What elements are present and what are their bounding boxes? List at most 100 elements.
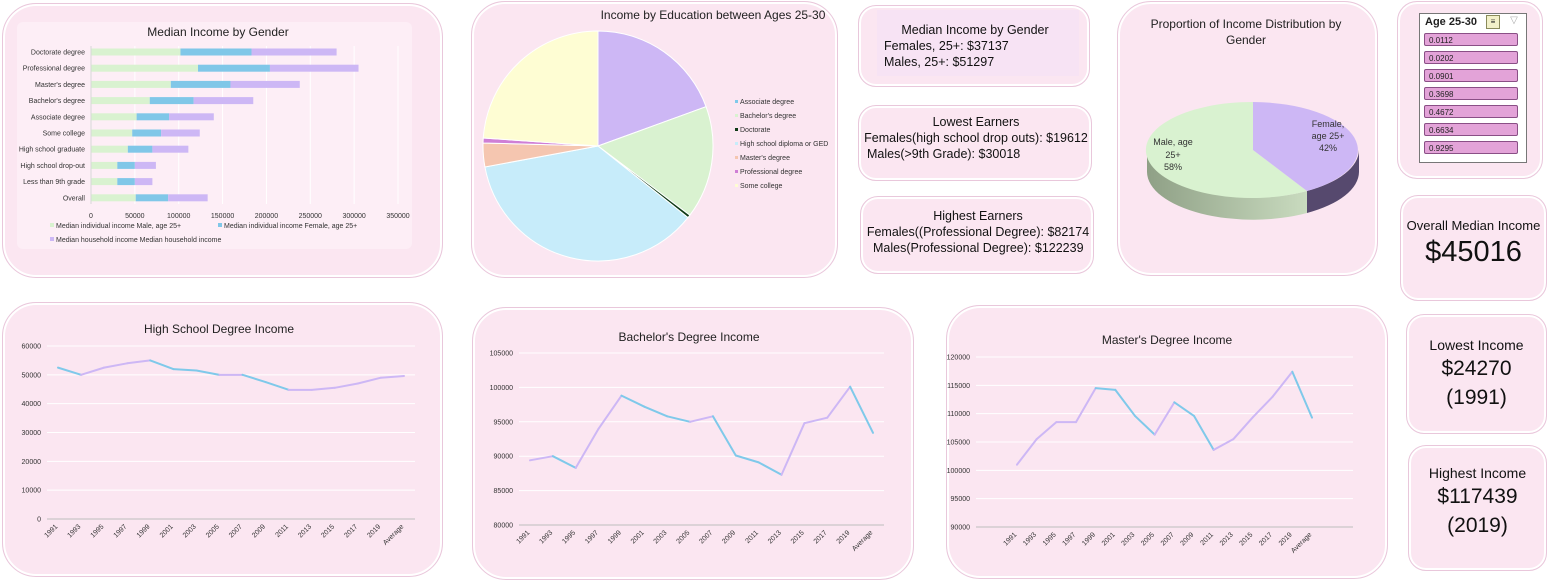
- series-segment: [643, 405, 669, 418]
- bachelors-income-card: Bachelor's Degree Income 105000 100000 950…: [472, 307, 914, 580]
- bar-segment: [149, 97, 194, 105]
- slicer-item[interactable]: 0.3698: [1424, 87, 1518, 100]
- slicer-item[interactable]: 0.9295: [1424, 141, 1518, 154]
- x-tick-label: 2001: [630, 529, 646, 545]
- x-tick-label: 2003: [182, 523, 198, 539]
- highest-income-card: Highest Income $117439 (2019): [1408, 445, 1547, 571]
- x-tick-label: 1995: [1042, 531, 1058, 547]
- bar-segment: [170, 80, 231, 88]
- x-tick-label: 1993: [67, 523, 83, 539]
- category-label: Bachelor's degree: [29, 98, 85, 105]
- age-slicer[interactable]: Age 25-30 ≡ ▽ 0.0112 0.0202 0.0901 0.3698 0.…: [1419, 13, 1527, 163]
- y-tick-label: 20000: [22, 459, 42, 466]
- bar-segment: [132, 129, 162, 137]
- x-tick-label: 1991: [1002, 531, 1018, 547]
- series-segment: [264, 381, 290, 391]
- clear-filter-icon[interactable]: ▽: [1508, 15, 1520, 27]
- bar-segment: [91, 113, 137, 121]
- series-segment: [1232, 416, 1254, 441]
- x-tick-label: 2005: [205, 523, 221, 539]
- x-tick-label: 2019: [366, 523, 382, 539]
- female-label-3: 42%: [1319, 143, 1337, 153]
- legend-label: Median household income Median household…: [56, 237, 221, 244]
- bar-segment: [193, 97, 254, 105]
- bar-segment: [117, 161, 135, 169]
- slicer-item[interactable]: 0.0202: [1424, 51, 1518, 64]
- series-segment: [80, 366, 106, 376]
- x-tick-label: 2009: [251, 523, 267, 539]
- slicer-item[interactable]: 0.4672: [1424, 105, 1518, 118]
- series-segment: [356, 376, 382, 385]
- high-school-income-chart[interactable]: High School Degree Income 60000 50000 4000…: [3, 303, 444, 578]
- series-segment: [1134, 414, 1156, 436]
- overall-median-card: Overall Median Income $45016: [1400, 195, 1547, 301]
- slicer-item[interactable]: 0.0112: [1424, 33, 1518, 46]
- legend-swatch: [735, 170, 738, 173]
- multi-select-icon[interactable]: ≡: [1486, 15, 1500, 29]
- education-pie-chart[interactable]: Income by Education between Ages 25-30 A…: [472, 2, 839, 279]
- bar-segment: [91, 64, 199, 72]
- x-tick-label: 2007: [698, 529, 714, 545]
- female-label-2: age 25+: [1312, 131, 1345, 141]
- highest-males: Males(Professional Degree): $122239: [873, 241, 1084, 255]
- male-label-3: 58%: [1164, 162, 1182, 172]
- bar-segment: [91, 178, 118, 186]
- legend-label: Some college: [740, 183, 783, 190]
- bar-segment: [91, 80, 171, 88]
- slicer-item[interactable]: 0.6634: [1424, 123, 1518, 136]
- series-segment: [103, 362, 129, 369]
- x-tick-label: 2009: [1179, 531, 1195, 547]
- chart-title: High School Degree Income: [144, 322, 294, 336]
- bar-segment: [134, 178, 153, 186]
- pie-slice: [482, 30, 599, 147]
- bar-segment: [134, 161, 156, 169]
- legend-swatch: [735, 114, 738, 117]
- overall-median-value: $45016: [1425, 236, 1522, 268]
- x-tick-label: 50000: [125, 213, 145, 220]
- series-segment: [1094, 387, 1117, 391]
- series-segment: [241, 373, 267, 384]
- series-segment: [333, 382, 359, 389]
- x-tick-label: 2017: [813, 529, 829, 545]
- lowest-females: Females(high school drop outs): $19612: [864, 131, 1088, 145]
- x-tick-label: 2013: [1219, 531, 1235, 547]
- category-label: Associate degree: [31, 114, 85, 121]
- x-tick-label: 2005: [676, 529, 692, 545]
- x-tick-label: 2017: [1258, 531, 1274, 547]
- female-label-1: Female,: [1312, 119, 1345, 129]
- masters-income-chart[interactable]: Master's Degree Income 120000 115000 11000…: [947, 306, 1389, 580]
- bar-segment: [180, 48, 252, 56]
- x-tick-label: 0: [89, 213, 93, 220]
- median-income-gender-card: Median Income by Gender 0 50000 100000 1500…: [2, 3, 443, 278]
- category-label: Doctorate degree: [31, 50, 85, 57]
- legend-swatch: [50, 223, 54, 227]
- x-tick-label: 1997: [1061, 531, 1077, 547]
- highest-income-year: (2019): [1447, 514, 1508, 537]
- legend-swatch: [735, 184, 738, 187]
- masters-income-card: Master's Degree Income 120000 115000 11000…: [946, 305, 1388, 579]
- median-income-gender-chart[interactable]: Median Income by Gender 0 50000 100000 1500…: [3, 4, 444, 279]
- y-tick-label: 60000: [22, 344, 42, 351]
- legend-swatch: [735, 100, 738, 103]
- highest-earners-card: Highest Earners Females((Professional De…: [860, 196, 1094, 274]
- legend-label: Doctorate: [740, 127, 770, 134]
- high-school-income-card: High School Degree Income 60000 50000 4000…: [2, 302, 443, 577]
- category-label: High school drop-out: [20, 163, 85, 170]
- y-tick-label: 85000: [494, 488, 514, 495]
- y-tick-label: 30000: [22, 430, 42, 437]
- bachelors-income-chart[interactable]: Bachelor's Degree Income 105000 100000 950…: [473, 308, 915, 581]
- proportion-pie-chart[interactable]: Proportion of Income Distribution by Gen…: [1118, 2, 1379, 277]
- series-segment: [597, 394, 623, 430]
- bar-segment: [117, 178, 135, 186]
- x-tick-label: 2019: [1278, 531, 1294, 547]
- bar-segment: [91, 129, 133, 137]
- series-segment: [172, 368, 198, 372]
- slicer-item[interactable]: 0.0901: [1424, 69, 1518, 82]
- series-segment: [1075, 387, 1097, 424]
- x-tick-label: 150000: [211, 213, 234, 220]
- x-tick-label: 1995: [561, 529, 577, 545]
- x-tick-label: 2001: [159, 523, 175, 539]
- series-segment: [310, 386, 336, 391]
- x-tick-label: Average: [382, 523, 405, 546]
- x-tick-label: 2003: [653, 529, 669, 545]
